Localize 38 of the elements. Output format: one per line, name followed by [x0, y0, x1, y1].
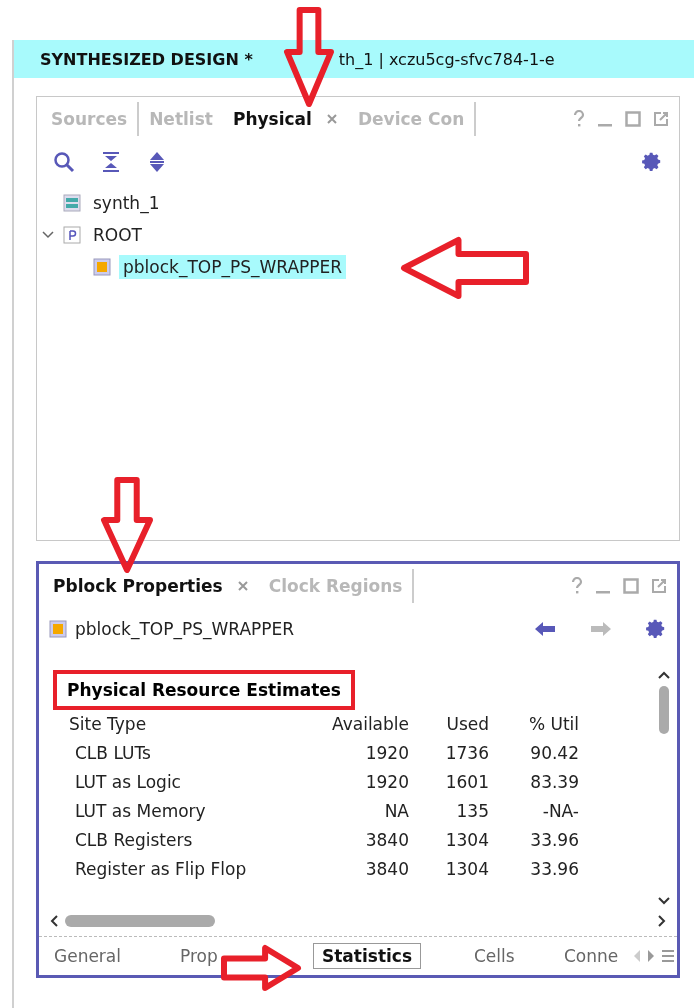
- view-tab[interactable]: General: [45, 943, 130, 969]
- table-cell-text: 1304: [444, 859, 489, 879]
- table-cell-text: 1920: [364, 772, 409, 792]
- table-cell-text: 33.96: [529, 859, 579, 879]
- table-cell-text: 1304: [444, 830, 489, 850]
- table-cell-text: 90.42: [529, 743, 579, 763]
- table-cell-text: NA: [383, 801, 409, 821]
- table-cell-text: 1601: [444, 772, 489, 792]
- table-cell-text: -NA-: [541, 801, 579, 821]
- table-cell-text: 1736: [444, 743, 489, 763]
- table-cell-text: LUT as Memory: [74, 801, 207, 821]
- column-header: Used: [445, 714, 489, 734]
- tree-item[interactable]: synth_1: [89, 191, 164, 215]
- design-subtitle: th_1 | xczu5cg-sfvc784-1-e: [338, 49, 555, 69]
- view-tab[interactable]: Prop: [171, 943, 227, 969]
- object-name: pblock_TOP_PS_WRAPPER: [75, 619, 295, 639]
- table-cell-text: 33.96: [529, 830, 579, 850]
- table-cell-text: 3840: [364, 830, 409, 850]
- column-header: Available: [331, 714, 409, 734]
- table-cell-text: CLB Registers: [74, 830, 194, 850]
- table-cell-text: CLB LUTs: [74, 743, 152, 763]
- view-tab[interactable]: Conne: [555, 943, 628, 969]
- table-cell-text: 135: [455, 801, 489, 821]
- table-cell-text: LUT as Logic: [74, 772, 182, 792]
- section-title: Physical Resource Estimates: [53, 670, 355, 710]
- panel-tab[interactable]: Pblock Properties: [43, 569, 259, 603]
- column-header: % Util: [527, 714, 579, 734]
- table-cell-text: 1920: [364, 743, 409, 763]
- tree-item[interactable]: ROOT: [89, 223, 146, 247]
- column-header: Site Type: [69, 714, 148, 734]
- design-title: SYNTHESIZED DESIGN *: [40, 49, 253, 69]
- table-cell-text: 83.39: [529, 772, 579, 792]
- panel-tab[interactable]: Physical: [222, 102, 348, 136]
- view-tab[interactable]: Statistics: [313, 943, 422, 969]
- table-cell-text: 3840: [364, 859, 409, 879]
- table-cell-text: Register as Flip Flop: [74, 859, 248, 879]
- tree-item[interactable]: pblock_TOP_PS_WRAPPER: [119, 255, 347, 279]
- view-tab[interactable]: Cells: [465, 943, 524, 969]
